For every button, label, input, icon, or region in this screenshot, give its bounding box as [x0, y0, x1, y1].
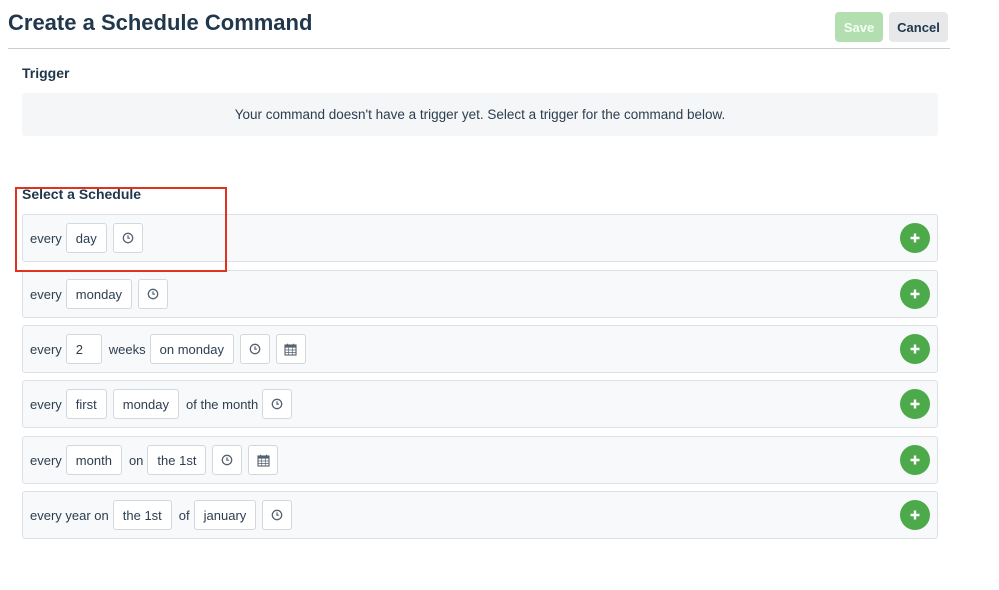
clock-icon[interactable]: [112, 223, 143, 253]
clock-icon[interactable]: [239, 334, 270, 364]
day-select[interactable]: monday: [65, 279, 133, 309]
clock-icon[interactable]: [212, 445, 243, 475]
cancel-button[interactable]: Cancel: [889, 12, 948, 42]
every-year-on-label: every year on: [30, 507, 109, 523]
month-select[interactable]: january: [193, 500, 257, 530]
of-the-month-label: of the month: [186, 396, 259, 412]
schedule-option-multi-week[interactable]: every 2 weeks on monday: [22, 325, 938, 373]
trigger-empty-message: Your command doesn't have a trigger yet.…: [22, 93, 938, 136]
of-label: of: [178, 507, 190, 523]
plus-icon[interactable]: [900, 334, 930, 364]
schedule-option-yearly[interactable]: every year on the 1st of january: [22, 491, 938, 539]
every-label: every: [30, 341, 62, 357]
page-title: Create a Schedule Command: [8, 10, 313, 35]
unit-select[interactable]: month: [65, 445, 122, 475]
calendar-icon[interactable]: [275, 334, 306, 364]
plus-icon[interactable]: [900, 445, 930, 475]
schedule-option-weekly[interactable]: every monday: [22, 270, 938, 318]
every-label: every: [30, 396, 62, 412]
header-divider: [8, 48, 950, 49]
schedule-option-monthly-weekday[interactable]: every first monday of the month: [22, 380, 938, 428]
clock-icon[interactable]: [262, 500, 293, 530]
unit-select[interactable]: day: [65, 223, 107, 253]
trigger-message-text: Your command doesn't have a trigger yet.…: [234, 107, 726, 122]
plus-icon[interactable]: [900, 500, 930, 530]
plus-icon[interactable]: [900, 223, 930, 253]
every-label: every: [30, 452, 62, 468]
date-select[interactable]: the 1st: [147, 445, 207, 475]
save-button[interactable]: Save: [835, 12, 883, 42]
date-select[interactable]: the 1st: [112, 500, 172, 530]
day-select[interactable]: on monday: [149, 334, 234, 364]
clock-icon[interactable]: [138, 279, 169, 309]
count-input[interactable]: 2: [65, 334, 102, 364]
trigger-heading: Trigger: [22, 65, 70, 81]
schedule-option-daily[interactable]: every day: [22, 214, 938, 262]
clock-icon[interactable]: [262, 389, 293, 419]
calendar-icon[interactable]: [248, 445, 279, 475]
schedule-option-monthly-date[interactable]: every month on the 1st: [22, 436, 938, 484]
plus-icon[interactable]: [900, 389, 930, 419]
day-select[interactable]: monday: [112, 389, 179, 419]
every-label: every: [30, 286, 62, 302]
schedule-heading: Select a Schedule: [22, 186, 142, 202]
weeks-label: weeks: [108, 341, 146, 357]
ordinal-select[interactable]: first: [65, 389, 107, 419]
on-label: on: [128, 452, 144, 468]
plus-icon[interactable]: [900, 279, 930, 309]
every-label: every: [30, 230, 62, 246]
